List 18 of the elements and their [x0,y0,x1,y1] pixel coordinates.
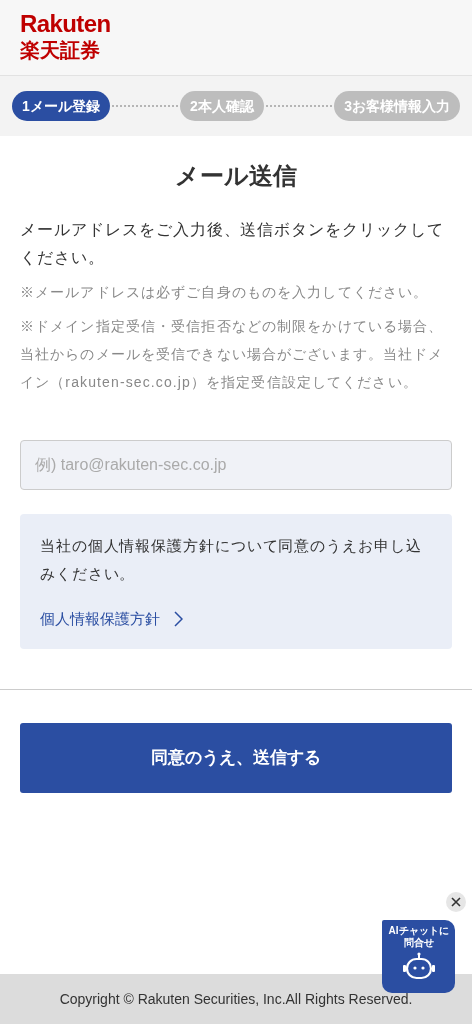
robot-icon [401,952,436,982]
progress-step: 3お客様情報入力 [334,91,460,121]
logo-latin: Rakuten [20,10,111,38]
page-title: メール送信 [174,161,298,191]
privacy-policy-link[interactable]: 個人情報保護方針 [40,608,183,631]
progress-step: 1メール登録 [12,91,110,121]
email-input-field[interactable]: 例) taro@rakuten-sec.co.jp [20,440,452,490]
logo-japanese: 楽天証券 [20,38,100,62]
ai-chat-button[interactable]: AIチャットに 問合せ [382,920,455,993]
note-text: ※メールアドレスは必ずご自身のものを入力してください。 [20,283,430,302]
note-text: ※ドメイン指定受信・受信拒否などの制限をかけている場合、当社からのメールを受信できない場合がございます。当社ドメイン（rakuten-sec.co.jp）を指定受信設定してください。 [20,317,445,392]
progress-step: 2本人確認 [180,91,264,121]
close-icon [451,897,461,907]
intro-text: メールアドレスをご入力後、送信ボタンをクリックしてください。 [20,220,445,268]
submit-button[interactable]: 同意のうえ、送信する [20,722,452,793]
consent-text: 当社の個人情報保護方針について同意のうえお申し込みください。 [40,536,423,584]
close-button[interactable] [446,892,466,912]
chevron-right-icon [174,611,183,628]
